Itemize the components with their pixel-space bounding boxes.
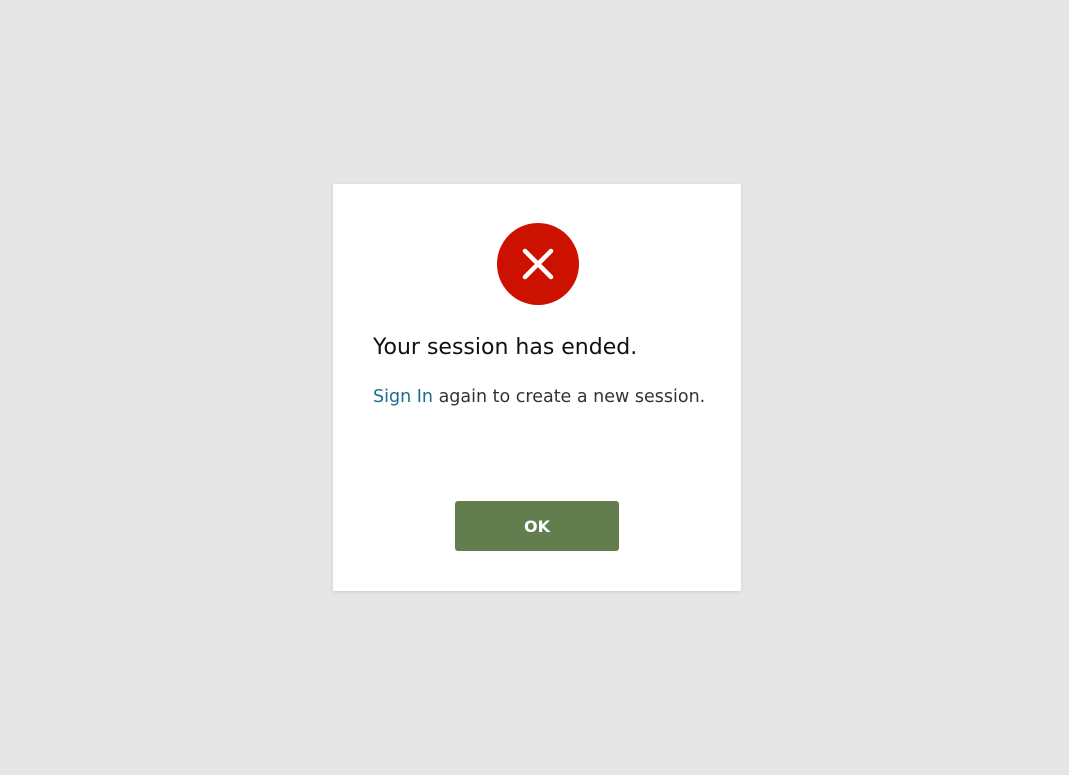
ok-button[interactable]: OK [455, 501, 619, 551]
error-x-circle-icon [497, 223, 579, 305]
dialog-title: Your session has ended. [373, 335, 638, 360]
session-ended-dialog: Your session has ended. Sign In again to… [333, 184, 741, 591]
sign-in-link[interactable]: Sign In [373, 387, 433, 407]
dialog-message: Sign In again to create a new session. [373, 384, 705, 410]
dialog-message-text: again to create a new session. [433, 387, 706, 407]
